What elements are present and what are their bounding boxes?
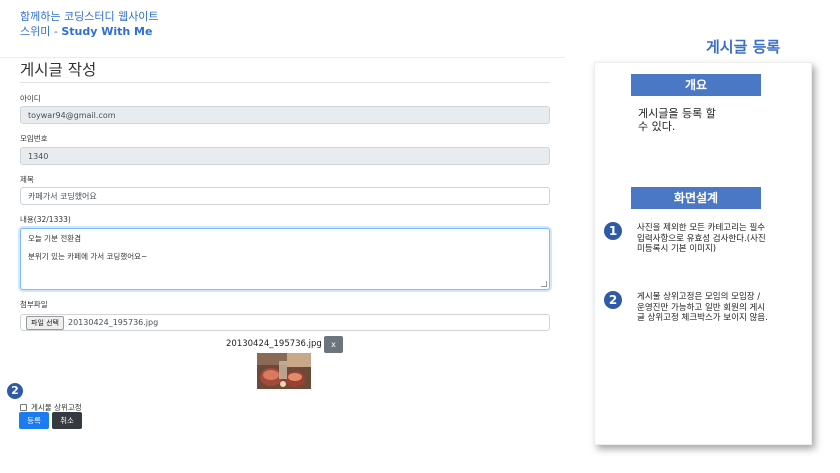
overview-header: 개요 xyxy=(631,74,761,96)
note-2-text: 게시물 상위고정은 모임의 모임장 / 운영진만 가능하고 일반 회원의 게시글… xyxy=(637,292,768,323)
page-title: 게시글 작성 xyxy=(20,61,97,79)
pin-checkbox[interactable] xyxy=(20,404,27,411)
design-header: 화면설계 xyxy=(631,187,761,209)
content-line: 분위기 있는 카페에 가서 코딩했어요~ xyxy=(28,252,148,261)
title-label: 제목 xyxy=(20,175,34,184)
site-name[interactable]: 스위미 - Study With Me xyxy=(20,24,159,39)
note-marker-2: 2 xyxy=(604,291,622,309)
title-divider xyxy=(20,82,550,83)
site-title[interactable]: 함께하는 코딩스터디 웹사이트 xyxy=(20,10,159,24)
overview-text: 게시글을 등록 할 수 있다. xyxy=(638,107,716,133)
submit-button[interactable]: 등록 xyxy=(19,412,49,429)
resize-handle[interactable] xyxy=(541,281,547,287)
note-marker-1: 1 xyxy=(604,222,622,240)
cancel-button[interactable]: 취소 xyxy=(52,412,82,429)
content-textarea[interactable]: 오늘 기분 전환겸 분위기 있는 카페에 가서 코딩했어요~ xyxy=(20,228,550,290)
group-number-field: 1340 xyxy=(20,147,550,165)
choose-file-button[interactable]: 파일 선택 xyxy=(26,315,64,330)
content-line: 오늘 기분 전환겸 xyxy=(28,234,82,243)
remove-image-button[interactable]: x xyxy=(324,336,343,353)
preview-file-name: 20130424_195736.jpg xyxy=(226,339,322,349)
id-label: 아이디 xyxy=(20,94,41,103)
file-input[interactable]: 파일 선택 20130424_195736.jpg xyxy=(20,314,550,331)
id-field: toywar94@gmail.com xyxy=(20,106,550,124)
content-label: 내용(32/1333) xyxy=(20,215,71,224)
site-header: 함께하는 코딩스터디 웹사이트 스위미 - Study With Me xyxy=(20,10,159,39)
attachment-label: 첨부파일 xyxy=(20,300,48,309)
note-1-text: 사진을 제외한 모든 카테고리는 필수입력사항으로 유효성 검사한다.(사진 미… xyxy=(637,223,766,254)
overview-line: 수 있다. xyxy=(638,120,676,133)
panel-heading: 게시글 등록 xyxy=(706,38,781,56)
annotation-marker: 2 xyxy=(7,383,23,399)
title-input[interactable]: 카페가서 코딩했어요 xyxy=(20,187,550,205)
file-name: 20130424_195736.jpg xyxy=(68,318,159,327)
overview-line: 게시글을 등록 할 xyxy=(638,107,716,120)
site-name-en: Study With Me xyxy=(61,25,153,38)
site-name-kr: 스위미 - xyxy=(20,25,62,38)
group-number-label: 모임번호 xyxy=(20,134,48,143)
image-preview xyxy=(257,353,311,389)
